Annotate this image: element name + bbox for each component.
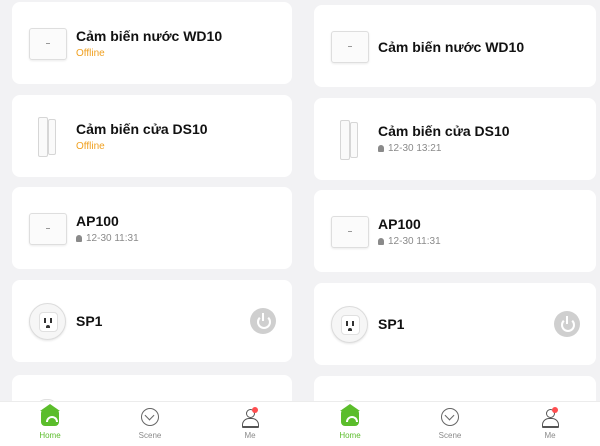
door-sensor-icon [28, 117, 66, 157]
door-sensor-icon [330, 120, 368, 160]
water-sensor-icon [28, 24, 67, 62]
device-card-ds10[interactable]: Cảm biến cửa DS10 12-30 13:21 [314, 98, 596, 180]
tab-home[interactable]: Home [0, 402, 100, 446]
smart-plug-icon [330, 305, 368, 343]
device-card-wd10[interactable]: Cảm biến nước WD10 Offline [12, 2, 292, 84]
device-card-ap100[interactable]: AP100 12-30 11:31 [314, 190, 596, 272]
tab-bar: Home Scene Me [0, 401, 300, 446]
tab-bar: Home Scene Me [300, 401, 600, 446]
power-button[interactable] [554, 311, 580, 337]
device-card-ds10[interactable]: Cảm biến cửa DS10 Offline [12, 95, 292, 177]
scene-icon [441, 408, 459, 426]
notification-badge [252, 407, 258, 413]
device-name: Cảm biến cửa DS10 [76, 121, 208, 137]
device-list-left: Cảm biến nước WD10 Offline Cảm biến cửa … [0, 0, 300, 446]
tab-me[interactable]: Me [500, 402, 600, 446]
smart-plug-icon [28, 302, 66, 340]
last-event: 12-30 13:21 [378, 143, 441, 154]
me-icon [541, 407, 559, 428]
tab-scene[interactable]: Scene [100, 402, 200, 446]
tab-me-label: Me [244, 431, 256, 440]
device-card-sp1[interactable]: SP1 [314, 283, 596, 365]
tab-scene-label: Scene [138, 431, 162, 440]
device-name: AP100 [76, 213, 119, 229]
power-button[interactable] [250, 308, 276, 334]
device-name: Cảm biến nước WD10 [378, 39, 525, 55]
notification-badge [552, 407, 558, 413]
me-icon [241, 407, 259, 428]
device-card-wd10[interactable]: Cảm biến nước WD10 [314, 5, 596, 87]
hub-icon [28, 209, 67, 247]
device-status: Offline [76, 141, 105, 152]
tab-me[interactable]: Me [200, 402, 300, 446]
bell-icon [378, 238, 384, 245]
hub-icon [330, 212, 369, 250]
device-name: SP1 [378, 316, 405, 332]
last-event-time: 12-30 13:21 [388, 143, 442, 154]
last-event: 12-30 11:31 [378, 236, 441, 247]
device-name: Cảm biến nước WD10 [76, 28, 223, 44]
device-name: SP1 [76, 313, 103, 329]
device-name: AP100 [378, 216, 421, 232]
tab-home-label: Home [39, 431, 61, 440]
home-icon [340, 404, 360, 426]
last-event-time: 12-30 11:31 [86, 233, 139, 244]
scene-icon [141, 408, 159, 426]
device-card-sp1[interactable]: SP1 [12, 280, 292, 362]
device-card-ap100[interactable]: AP100 12-30 11:31 [12, 187, 292, 269]
water-sensor-icon [330, 27, 369, 65]
bell-icon [378, 145, 384, 152]
device-status: Offline [76, 48, 105, 59]
bell-icon [76, 235, 82, 242]
device-name: Cảm biến cửa DS10 [378, 123, 510, 139]
tab-home-label: Home [339, 431, 361, 440]
last-event: 12-30 11:31 [76, 233, 139, 244]
device-list-right: Cảm biến nước WD10 Cảm biến cửa DS10 12-… [300, 0, 600, 446]
power-icon [561, 318, 575, 332]
home-icon [40, 404, 60, 426]
tab-me-label: Me [544, 431, 556, 440]
tab-home[interactable]: Home [300, 402, 400, 446]
last-event-time: 12-30 11:31 [388, 236, 441, 247]
tab-scene-label: Scene [438, 431, 462, 440]
power-icon [257, 315, 271, 329]
tab-scene[interactable]: Scene [400, 402, 500, 446]
